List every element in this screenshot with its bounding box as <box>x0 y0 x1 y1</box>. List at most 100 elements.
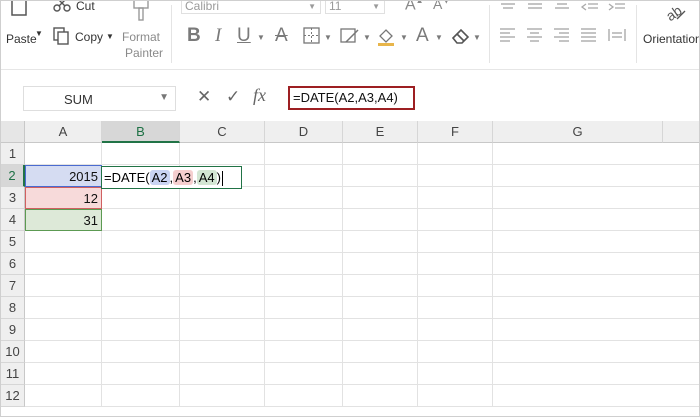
cell-g5[interactable] <box>493 231 699 253</box>
cell-a3[interactable]: 12 <box>25 187 102 209</box>
cell-e9[interactable] <box>343 319 418 341</box>
row-header-12[interactable]: 12 <box>1 385 25 407</box>
format-painter-icon[interactable] <box>131 1 151 23</box>
cell-f3[interactable] <box>418 187 493 209</box>
cell-b11[interactable] <box>102 363 180 385</box>
borders-icon[interactable] <box>302 26 322 46</box>
cell-c12[interactable] <box>180 385 265 407</box>
cell-b5[interactable] <box>102 231 180 253</box>
select-all-corner[interactable] <box>1 121 25 143</box>
cell-g7[interactable] <box>493 275 699 297</box>
cell-d6[interactable] <box>265 253 343 275</box>
orientation-button[interactable]: Orientation <box>643 32 699 46</box>
align-bottom-icon[interactable] <box>553 1 571 9</box>
cell-e4[interactable] <box>343 209 418 231</box>
cell-f4[interactable] <box>418 209 493 231</box>
column-header-a[interactable]: A <box>25 121 102 143</box>
cell-g8[interactable] <box>493 297 699 319</box>
cell-b9[interactable] <box>102 319 180 341</box>
cell-c7[interactable] <box>180 275 265 297</box>
row-header-9[interactable]: 9 <box>1 319 25 341</box>
font-size-select[interactable]: 11 ▼ <box>325 1 385 14</box>
cell-d2[interactable] <box>265 165 343 187</box>
scissors-icon[interactable] <box>53 1 73 14</box>
cell-a1[interactable] <box>25 143 102 165</box>
underline-icon[interactable]: U <box>237 25 251 47</box>
strikethrough-icon[interactable]: A <box>275 25 288 47</box>
copy-button[interactable]: Copy <box>75 30 103 44</box>
cell-c4[interactable] <box>180 209 265 231</box>
cell-style-icon[interactable] <box>339 26 361 46</box>
cell-b6[interactable] <box>102 253 180 275</box>
column-header-e[interactable]: E <box>343 121 418 143</box>
column-header-b[interactable]: B <box>102 121 180 143</box>
cell-a8[interactable] <box>25 297 102 319</box>
cell-a5[interactable] <box>25 231 102 253</box>
cut-button[interactable]: Cut <box>76 1 95 13</box>
cell-c5[interactable] <box>180 231 265 253</box>
align-right-icon[interactable] <box>553 27 571 43</box>
cell-f7[interactable] <box>418 275 493 297</box>
orientation-icon[interactable]: ab <box>663 1 687 24</box>
cell-e12[interactable] <box>343 385 418 407</box>
cell-e8[interactable] <box>343 297 418 319</box>
paste-dropdown-icon[interactable]: ▼ <box>35 29 43 38</box>
borders-dropdown-icon[interactable]: ▼ <box>324 33 332 42</box>
cell-style-dropdown-icon[interactable]: ▼ <box>363 33 371 42</box>
cancel-icon[interactable]: ✕ <box>197 87 211 107</box>
name-box[interactable]: SUM ▼ <box>23 86 176 111</box>
fx-icon[interactable]: fx <box>253 85 266 106</box>
cell-f1[interactable] <box>418 143 493 165</box>
column-header-f[interactable]: F <box>418 121 493 143</box>
cell-g3[interactable] <box>493 187 699 209</box>
row-header-4[interactable]: 4 <box>1 209 25 231</box>
cell-a9[interactable] <box>25 319 102 341</box>
cell-d9[interactable] <box>265 319 343 341</box>
cell-f12[interactable] <box>418 385 493 407</box>
cell-d10[interactable] <box>265 341 343 363</box>
cell-b12[interactable] <box>102 385 180 407</box>
row-header-10[interactable]: 10 <box>1 341 25 363</box>
align-center-icon[interactable] <box>526 27 544 43</box>
cell-e7[interactable] <box>343 275 418 297</box>
check-icon[interactable]: ✓ <box>226 87 240 107</box>
increase-indent-icon[interactable] <box>607 1 627 11</box>
cell-c3[interactable] <box>180 187 265 209</box>
column-header-g[interactable]: G <box>493 121 663 143</box>
cell-a11[interactable] <box>25 363 102 385</box>
increase-font-icon[interactable]: A▲ <box>405 1 424 14</box>
format-painter-label-2[interactable]: Painter <box>125 46 163 60</box>
cell-g1[interactable] <box>493 143 699 165</box>
copy-dropdown-icon[interactable]: ▼ <box>106 32 114 41</box>
column-header-c[interactable]: C <box>180 121 265 143</box>
cell-f8[interactable] <box>418 297 493 319</box>
decrease-indent-icon[interactable] <box>580 1 600 11</box>
cell-f11[interactable] <box>418 363 493 385</box>
decrease-font-icon[interactable]: A▼ <box>433 1 450 12</box>
cell-e2[interactable] <box>343 165 418 187</box>
cell-b4[interactable] <box>102 209 180 231</box>
paste-button[interactable]: Paste <box>6 32 37 46</box>
cell-e11[interactable] <box>343 363 418 385</box>
underline-dropdown-icon[interactable]: ▼ <box>257 33 265 42</box>
font-color-dropdown-icon[interactable]: ▼ <box>435 33 443 42</box>
cell-editor-b2[interactable]: =DATE(A2, A3, A4) <box>101 166 242 189</box>
cell-g10[interactable] <box>493 341 699 363</box>
cell-g9[interactable] <box>493 319 699 341</box>
row-header-7[interactable]: 7 <box>1 275 25 297</box>
row-header-2[interactable]: 2 <box>1 165 25 187</box>
cell-e6[interactable] <box>343 253 418 275</box>
row-header-8[interactable]: 8 <box>1 297 25 319</box>
cell-a7[interactable] <box>25 275 102 297</box>
clear-dropdown-icon[interactable]: ▼ <box>473 33 481 42</box>
chevron-down-icon[interactable]: ▼ <box>159 92 169 103</box>
cell-c6[interactable] <box>180 253 265 275</box>
cell-b7[interactable] <box>102 275 180 297</box>
row-header-6[interactable]: 6 <box>1 253 25 275</box>
cell-g11[interactable] <box>493 363 699 385</box>
cell-b3[interactable] <box>102 187 180 209</box>
clear-eraser-icon[interactable] <box>450 25 472 47</box>
cell-b8[interactable] <box>102 297 180 319</box>
formula-input[interactable]: =DATE(A2,A3,A4) <box>288 86 415 110</box>
cell-e10[interactable] <box>343 341 418 363</box>
